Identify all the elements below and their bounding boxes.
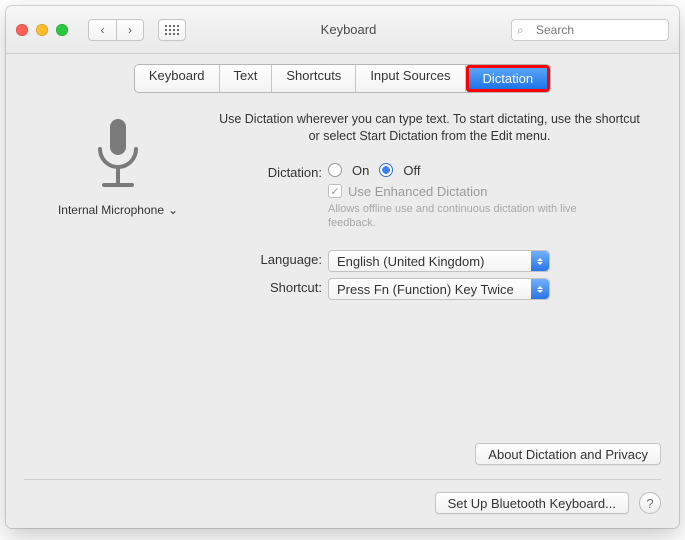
about-row: About Dictation and Privacy xyxy=(212,383,661,465)
dictation-row: Dictation: On Off ✓ Use Enhanced Dictati… xyxy=(212,163,661,231)
radio-off-label: Off xyxy=(403,163,420,178)
tab-input-sources[interactable]: Input Sources xyxy=(356,65,465,92)
language-row: Language: English (United Kingdom) xyxy=(212,250,661,272)
highlight-box: Dictation xyxy=(466,65,551,92)
minimize-icon[interactable] xyxy=(36,24,48,36)
nav-back-forward: ‹ › xyxy=(88,19,144,41)
tab-shortcuts[interactable]: Shortcuts xyxy=(272,65,356,92)
search-icon: ⌕ xyxy=(517,23,524,38)
radio-on-label: On xyxy=(352,163,369,178)
shortcut-select[interactable]: Press Fn (Function) Key Twice xyxy=(328,278,550,300)
titlebar: ‹ › Keyboard ⌕ xyxy=(6,6,679,54)
search-input[interactable] xyxy=(511,19,669,41)
shortcut-row: Shortcut: Press Fn (Function) Key Twice xyxy=(212,278,661,300)
tab-dictation[interactable]: Dictation xyxy=(469,68,548,89)
zoom-icon[interactable] xyxy=(56,24,68,36)
forward-button[interactable]: › xyxy=(116,19,144,41)
shortcut-label: Shortcut: xyxy=(212,278,328,295)
close-icon[interactable] xyxy=(16,24,28,36)
divider xyxy=(24,479,661,480)
bluetooth-keyboard-button[interactable]: Set Up Bluetooth Keyboard... xyxy=(435,492,629,514)
language-label: Language: xyxy=(212,250,328,267)
chevron-down-icon: ⌄ xyxy=(168,203,178,217)
mic-column: Internal Microphone ⌄ xyxy=(24,111,212,465)
back-button[interactable]: ‹ xyxy=(88,19,116,41)
microphone-icon xyxy=(86,115,150,197)
mic-label: Internal Microphone xyxy=(58,203,164,217)
body: Keyboard Text Shortcuts Input Sources Di… xyxy=(6,54,679,528)
window-title: Keyboard xyxy=(194,22,503,37)
shortcut-value: Press Fn (Function) Key Twice xyxy=(337,282,514,297)
settings-column: Use Dictation wherever you can type text… xyxy=(212,111,661,465)
dictation-label: Dictation: xyxy=(212,163,328,180)
preferences-window: ‹ › Keyboard ⌕ Keyboard Text Shortcuts I… xyxy=(6,6,679,528)
window-controls xyxy=(16,24,68,36)
show-all-button[interactable] xyxy=(158,19,186,41)
tab-row: Keyboard Text Shortcuts Input Sources Di… xyxy=(134,64,551,93)
chevron-left-icon: ‹ xyxy=(101,23,105,37)
radio-on[interactable] xyxy=(328,163,342,177)
enhanced-hint: Allows offline use and continuous dictat… xyxy=(328,202,588,231)
enhanced-row: ✓ Use Enhanced Dictation xyxy=(328,184,661,199)
footer: Set Up Bluetooth Keyboard... ? xyxy=(24,492,661,514)
chevron-right-icon: › xyxy=(128,23,132,37)
enhanced-checkbox[interactable]: ✓ xyxy=(328,184,342,198)
language-value: English (United Kingdom) xyxy=(337,254,484,269)
tab-bar: Keyboard Text Shortcuts Input Sources Di… xyxy=(24,64,661,93)
content: Internal Microphone ⌄ Use Dictation wher… xyxy=(24,111,661,465)
language-select[interactable]: English (United Kingdom) xyxy=(328,250,550,272)
intro-text: Use Dictation wherever you can type text… xyxy=(212,111,661,163)
grid-icon xyxy=(165,25,179,35)
select-stepper-icon xyxy=(531,251,549,271)
search-wrap: ⌕ xyxy=(511,19,669,41)
select-stepper-icon xyxy=(531,279,549,299)
about-dictation-button[interactable]: About Dictation and Privacy xyxy=(475,443,661,465)
tab-keyboard[interactable]: Keyboard xyxy=(135,65,220,92)
mic-selector[interactable]: Internal Microphone ⌄ xyxy=(58,203,178,217)
tab-text[interactable]: Text xyxy=(220,65,273,92)
enhanced-label: Use Enhanced Dictation xyxy=(348,184,487,199)
radio-off[interactable] xyxy=(379,163,393,177)
dictation-radios: On Off xyxy=(328,163,661,178)
help-button[interactable]: ? xyxy=(639,492,661,514)
